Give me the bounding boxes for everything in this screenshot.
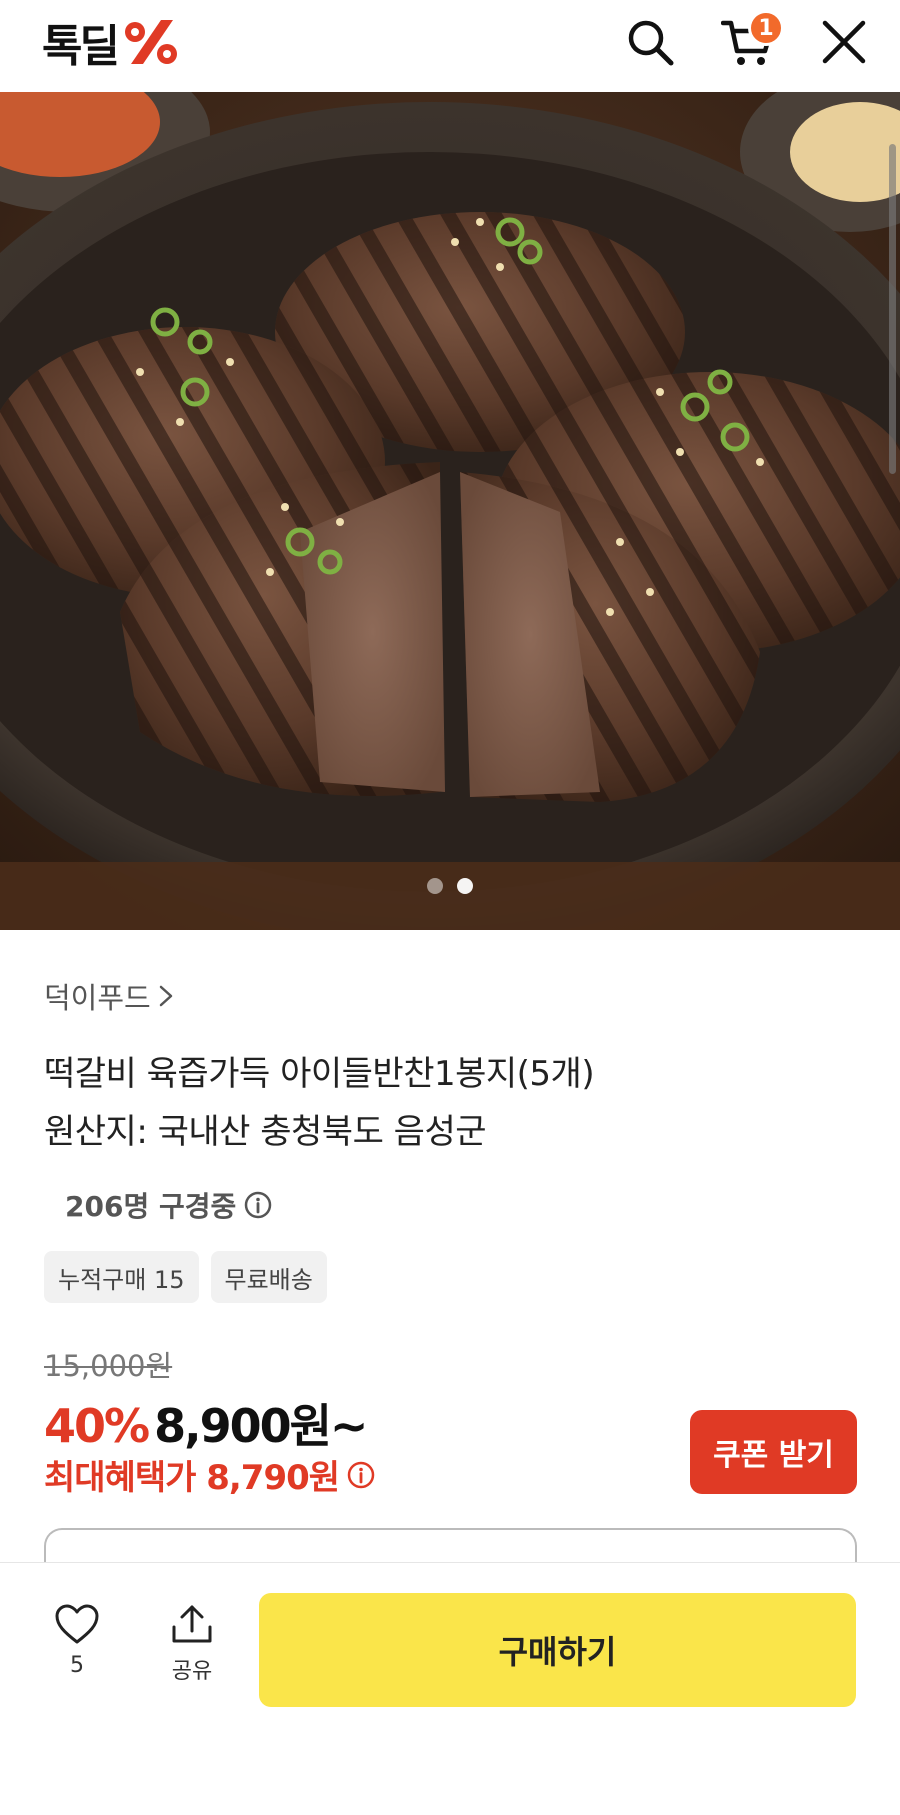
percent-logo-icon [124, 20, 177, 64]
share-button[interactable]: 공유 [147, 1603, 237, 1685]
viewer-count: 206명 구경중 [65, 1185, 272, 1225]
like-count: 5 [70, 1653, 84, 1678]
max-benefit-price: 최대혜택가 8,790원 [44, 1450, 375, 1499]
seller-link[interactable]: 덕이푸드 [44, 975, 856, 1017]
chevron-right-icon [159, 985, 172, 1007]
heart-icon [55, 1604, 99, 1644]
buy-button[interactable]: 구매하기 [259, 1593, 856, 1707]
product-photo [0, 92, 900, 930]
viewer-count-text: 206명 구경중 [65, 1190, 237, 1223]
search-icon[interactable] [622, 14, 678, 70]
cart-icon[interactable]: 1 [720, 10, 784, 70]
discount-rate: 40% [44, 1399, 150, 1453]
benefit-info-icon[interactable] [347, 1461, 375, 1489]
carousel-dot-active[interactable] [457, 878, 473, 894]
carousel-indicator [0, 878, 900, 894]
product-tags: 누적구매 15 무료배송 [44, 1251, 327, 1303]
product-info: 덕이푸드 떡갈비 육즙가득 아이들반찬1봉지(5개) 원산지: 국내산 충청북도… [44, 975, 856, 1161]
sale-price: 8,900원~ [154, 1399, 368, 1453]
price-row: 40% 8,900원~ [44, 1390, 368, 1456]
tag-cumulative-purchase: 누적구매 15 [44, 1251, 199, 1303]
talkdeal-logo[interactable]: 톡딜 [42, 14, 181, 72]
logo-text: 톡딜 [42, 21, 120, 72]
top-header: 톡딜 1 [0, 0, 900, 92]
original-price: 15,000원 [44, 1349, 173, 1383]
cart-count-badge: 1 [748, 10, 784, 46]
get-coupon-button[interactable]: 쿠폰 받기 [690, 1410, 857, 1494]
product-title: 떡갈비 육즙가득 아이들반찬1봉지(5개) 원산지: 국내산 충청북도 음성군 [44, 1045, 856, 1161]
tag-free-shipping: 무료배송 [210, 1251, 327, 1303]
seller-name: 덕이푸드 [44, 981, 151, 1015]
carousel-dot[interactable] [427, 878, 443, 894]
share-icon [172, 1605, 212, 1643]
like-button[interactable]: 5 [32, 1603, 122, 1678]
page-scrollbar[interactable] [889, 144, 896, 474]
product-origin-line: 원산지: 국내산 충청북도 음성군 [44, 1112, 487, 1152]
bottom-action-bar: 5 공유 구매하기 [0, 1562, 900, 1815]
product-title-line: 떡갈비 육즙가득 아이들반찬1봉지(5개) [44, 1054, 595, 1094]
info-icon[interactable] [244, 1191, 272, 1219]
max-benefit-price-text: 최대혜택가 8,790원 [44, 1458, 340, 1498]
close-icon[interactable] [816, 14, 872, 70]
product-image-carousel[interactable] [0, 92, 900, 930]
share-label: 공유 [171, 1659, 213, 1684]
